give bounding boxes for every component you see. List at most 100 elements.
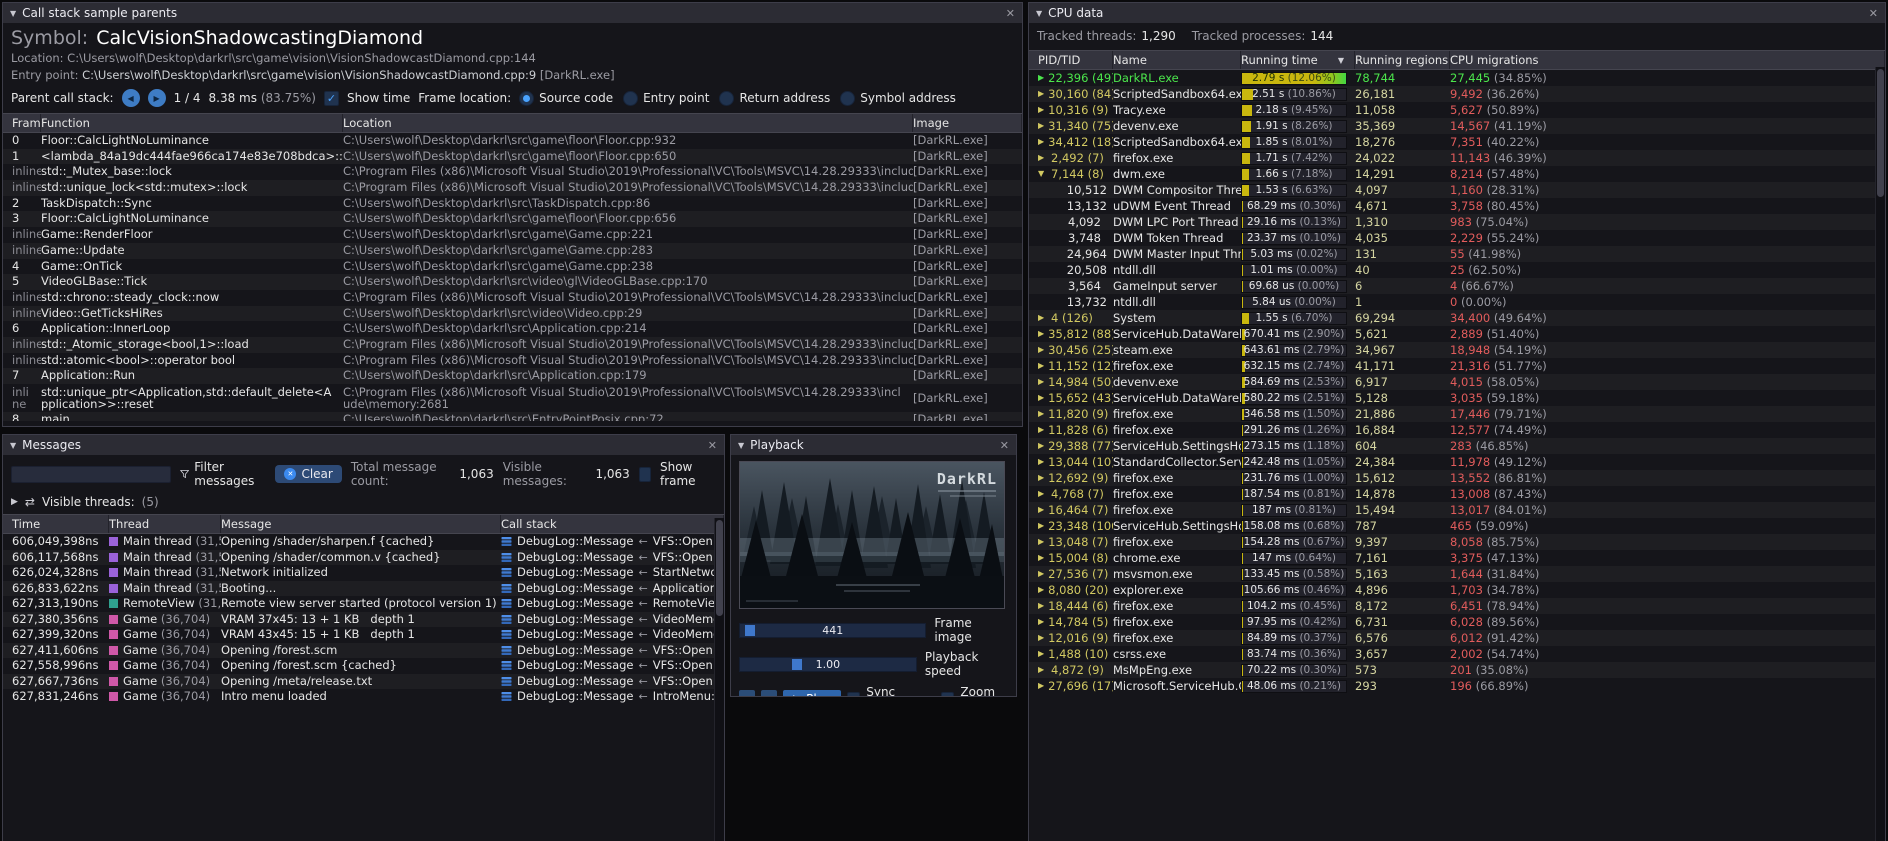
cpu-row[interactable]: 3,564GameInput server69.68 us (0.00%)64 … [1029, 278, 1885, 294]
callstack-row[interactable]: inlinestd::_Mutex_base::lockC:\Program F… [3, 164, 1022, 180]
callstack-cell[interactable]: DebugLog::Message←StartNetwo [501, 565, 724, 581]
radio-circle[interactable] [519, 91, 534, 106]
callstack-row[interactable]: 6Application::InnerLoopC:\Users\wolf\Des… [3, 321, 1022, 337]
callstack-cell[interactable]: DebugLog::Message←VideoMemo [501, 612, 724, 628]
radio-entry-point[interactable]: Entry point [623, 91, 709, 106]
cpu-row[interactable]: ▶10,316 (9)Tracy.exe2.18 s (9.45%)11,058… [1029, 102, 1885, 118]
callstack-cell[interactable]: DebugLog::Message←IntroMenu:: [501, 689, 724, 705]
cpu-row[interactable]: ▶13,044 (10)StandardCollector.Servic242.… [1029, 454, 1885, 470]
next-page-button[interactable]: ▶ [148, 89, 166, 107]
cpu-row[interactable]: ▶16,464 (7)firefox.exe187 ms (0.81%)15,4… [1029, 502, 1885, 518]
callstack-row[interactable]: 2TaskDispatch::SyncC:\Users\wolf\Desktop… [3, 196, 1022, 212]
pid-cell[interactable]: ▶14,984 (50) [1029, 374, 1113, 390]
cpu-row[interactable]: 20,508ntdll.dll1.01 ms (0.00%)4025 (62.5… [1029, 262, 1885, 278]
messages-scrollbar[interactable] [714, 518, 724, 841]
pid-cell[interactable]: 13,732 [1029, 294, 1113, 310]
expand-icon[interactable]: ▶ [1038, 358, 1044, 374]
cpu-row[interactable]: ▶15,652 (43)ServiceHub.DataWarehou580.22… [1029, 390, 1885, 406]
callstack-row[interactable]: inlineGame::RenderFloorC:\Users\wolf\Des… [3, 227, 1022, 243]
expand-icon[interactable]: ▶ [1038, 102, 1044, 118]
cpu-row[interactable]: ▶15,004 (8)chrome.exe147 ms (0.64%)7,161… [1029, 550, 1885, 566]
play-button[interactable]: ▶ Play [783, 690, 841, 697]
cpu-row[interactable]: ▶2,492 (7)firefox.exe1.71 s (7.42%)24,02… [1029, 150, 1885, 166]
cpu-row[interactable]: ▶31,340 (75)devenv.exe1.91 s (8.26%)35,3… [1029, 118, 1885, 134]
expand-icon[interactable]: ▶ [1038, 342, 1044, 358]
expand-icon[interactable]: ▶ [1038, 598, 1044, 614]
pid-cell[interactable]: ▶15,652 (43) [1029, 390, 1113, 406]
callstack-row[interactable]: 3Floor::CalcLightNoLuminanceC:\Users\wol… [3, 211, 1022, 227]
expand-icon[interactable]: ▶ [1038, 646, 1044, 662]
callstack-cell[interactable]: DebugLog::Message←VFS::Open [501, 534, 724, 550]
sync-timeline-checkbox[interactable] [847, 692, 860, 697]
collapse-icon[interactable]: ▼ [1036, 9, 1042, 18]
zoom-2x-checkbox[interactable] [941, 692, 954, 697]
cpu-row[interactable]: ▶1,488 (10)csrss.exe83.74 ms (0.36%)3,65… [1029, 646, 1885, 662]
expand-icon[interactable]: ▶ [1038, 438, 1044, 454]
pid-cell[interactable]: ▶4 (126) [1029, 310, 1113, 326]
cpu-row[interactable]: ▶12,692 (9)firefox.exe231.76 ms (1.00%)1… [1029, 470, 1885, 486]
visible-threads-row[interactable]: ▶ ⇄ Visible threads: (5) [3, 492, 724, 514]
playback-speed-slider[interactable]: 1.00 [739, 657, 917, 672]
callstack-row[interactable]: 1<lambda_84a19dc444fae966ca174e83e708bdc… [3, 149, 1022, 165]
message-row[interactable]: 606,117,568nsMain thread (31,596)Opening… [3, 550, 724, 566]
callstack-row[interactable]: inlinestd::_Atomic_storage<bool,1>::load… [3, 337, 1022, 353]
collapse-icon[interactable]: ▼ [738, 441, 744, 450]
expand-icon[interactable]: ▶ [1038, 454, 1044, 470]
cpu-row[interactable]: ▶8,080 (20)explorer.exe105.66 ms (0.46%)… [1029, 582, 1885, 598]
expand-icon[interactable]: ▶ [1038, 550, 1044, 566]
callstack-row[interactable]: inlinestd::unique_lock<std::mutex>::lock… [3, 180, 1022, 196]
scrollbar-handle[interactable] [716, 520, 723, 616]
expand-icon[interactable]: ▶ [1038, 486, 1047, 502]
clear-button[interactable]: ✕ Clear [275, 465, 341, 483]
callstack-row[interactable]: 5VideoGLBase::TickC:\Users\wolf\Desktop\… [3, 274, 1022, 290]
pid-cell[interactable]: ▶29,388 (77) [1029, 438, 1113, 454]
pid-cell[interactable]: ▶27,536 (7) [1029, 566, 1113, 582]
radio-circle[interactable] [623, 91, 638, 106]
expand-icon[interactable]: ▶ [1038, 566, 1044, 582]
pid-cell[interactable]: ▶11,152 (12) [1029, 358, 1113, 374]
expand-icon[interactable]: ▶ [1038, 390, 1044, 406]
message-row[interactable]: 626,833,622nsMain thread (31,596)Booting… [3, 581, 724, 597]
expand-icon[interactable]: ▼ [1038, 166, 1047, 182]
cpu-row[interactable]: ▶14,984 (50)devenv.exe584.69 ms (2.53%)6… [1029, 374, 1885, 390]
pid-cell[interactable]: ▶13,044 (10) [1029, 454, 1113, 470]
column-header-cpu-migrations[interactable]: CPU migrations [1450, 51, 1885, 69]
next-frame-button[interactable]: ▶ [761, 690, 777, 697]
message-row[interactable]: 627,380,356nsGame (36,704)VRAM 37x45: 13… [3, 612, 724, 628]
pid-cell[interactable]: 20,508 [1029, 262, 1113, 278]
pid-cell[interactable]: ▶12,692 (9) [1029, 470, 1113, 486]
callstack-cell[interactable]: DebugLog::Message←VFS::Open [501, 643, 724, 659]
tree-expand-icon[interactable]: ▶ [11, 497, 18, 507]
message-row[interactable]: 627,831,246nsGame (36,704)Intro menu loa… [3, 689, 724, 705]
callstack-titlebar[interactable]: ▼ Call stack sample parents ✕ [3, 3, 1022, 23]
pid-cell[interactable]: ▶8,080 (20) [1029, 582, 1113, 598]
expand-icon[interactable]: ▶ [1038, 502, 1044, 518]
pid-cell[interactable]: 24,964 [1029, 246, 1113, 262]
pid-cell[interactable]: ▶27,696 (17) [1029, 678, 1113, 694]
expand-icon[interactable]: ▶ [1038, 534, 1044, 550]
pid-cell[interactable]: ▶22,396 (49) [1029, 70, 1113, 86]
prev-frame-button[interactable]: ◀ [739, 690, 755, 697]
expand-icon[interactable]: ▶ [1038, 310, 1047, 326]
cpu-row[interactable]: ▶11,828 (6)firefox.exe291.26 ms (1.26%)1… [1029, 422, 1885, 438]
pid-cell[interactable]: ▶13,048 (7) [1029, 534, 1113, 550]
expand-icon[interactable]: ▶ [1038, 374, 1044, 390]
close-icon[interactable]: ✕ [1000, 439, 1009, 452]
radio-circle[interactable] [840, 91, 855, 106]
cpu-row[interactable]: ▶30,456 (25)steam.exe643.61 ms (2.79%)34… [1029, 342, 1885, 358]
column-header-name[interactable]: Name [1113, 51, 1241, 69]
callstack-cell[interactable]: DebugLog::Message←VFS::Open [501, 674, 724, 690]
pid-cell[interactable]: ▶30,160 (84) [1029, 86, 1113, 102]
cpu-row[interactable]: 13,132uDWM Event Thread68.29 ms (0.30%)4… [1029, 198, 1885, 214]
cpu-row[interactable]: 3,748DWM Token Thread23.37 ms (0.10%)4,0… [1029, 230, 1885, 246]
filter-messages-button[interactable]: Filter messages [180, 460, 266, 488]
pid-cell[interactable]: ▶16,464 (7) [1029, 502, 1113, 518]
expand-icon[interactable]: ▶ [1038, 678, 1044, 694]
cpu-row[interactable]: 4,092DWM LPC Port Thread29.16 ms (0.13%)… [1029, 214, 1885, 230]
pid-cell[interactable]: ▶34,412 (18) [1029, 134, 1113, 150]
pid-cell[interactable]: ▶15,004 (8) [1029, 550, 1113, 566]
collapse-icon[interactable]: ▼ [10, 441, 16, 450]
cpu-row[interactable]: 13,732ntdll.dll5.84 us (0.00%)10 (0.00%) [1029, 294, 1885, 310]
callstack-row[interactable]: inlinestd::atomic<bool>::operator boolC:… [3, 353, 1022, 369]
callstack-row[interactable]: inlinestd::chrono::steady_clock::nowC:\P… [3, 290, 1022, 306]
